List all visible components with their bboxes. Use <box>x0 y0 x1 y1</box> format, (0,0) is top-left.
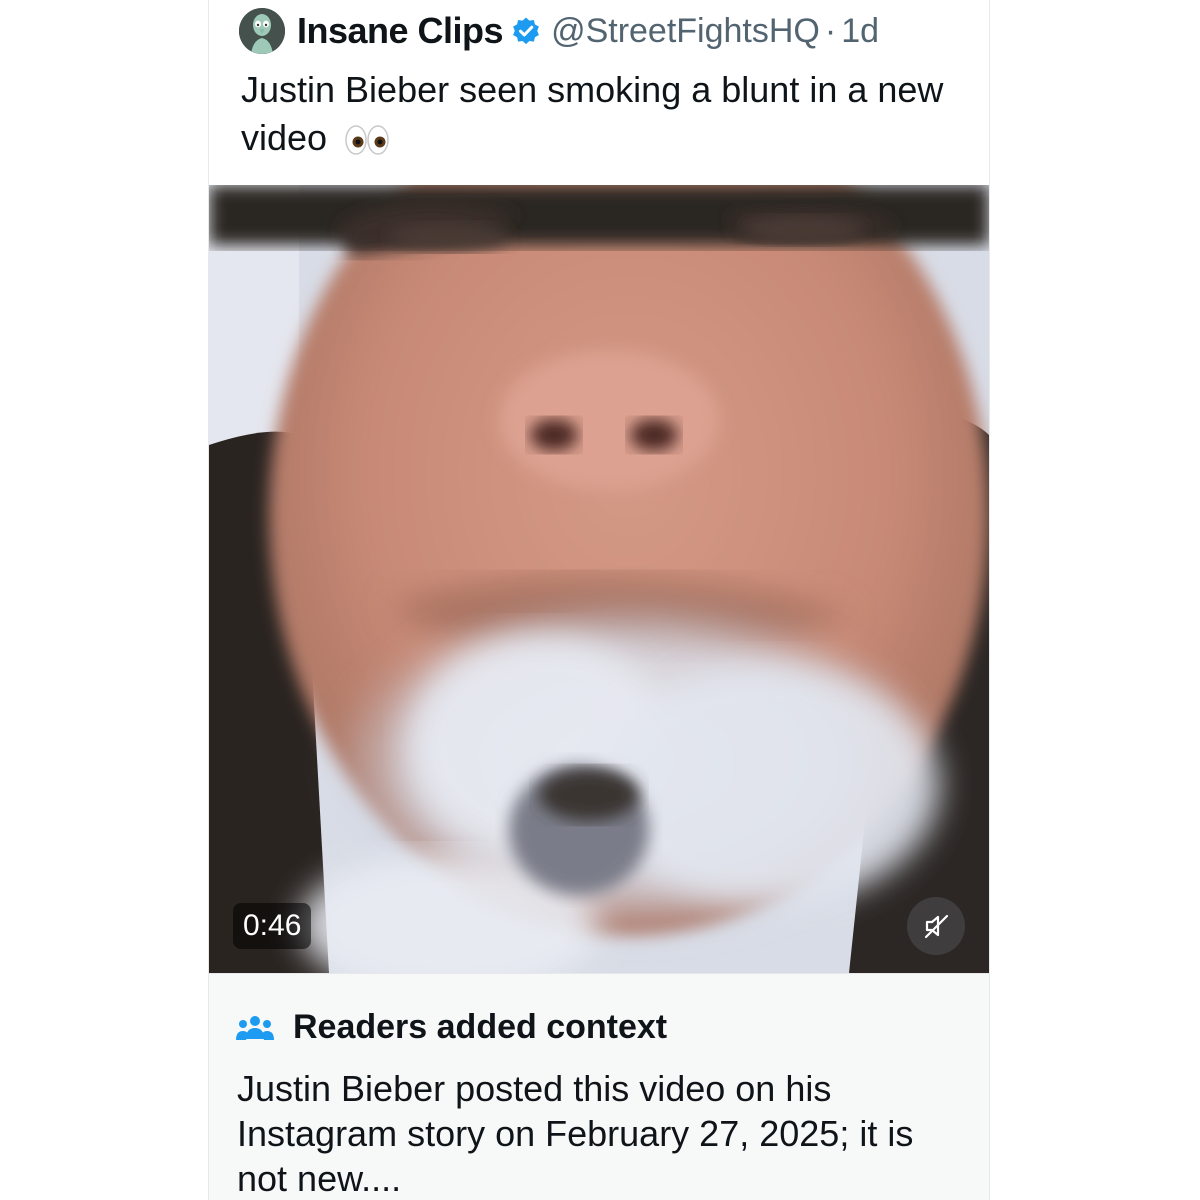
video-frame-image <box>209 185 989 973</box>
community-note-header: Readers added context <box>235 1008 667 1047</box>
post-card[interactable]: Insane Clips @StreetFightsHQ · 1d Justin… <box>208 0 990 1200</box>
verified-badge-icon <box>511 16 541 46</box>
mute-toggle-button[interactable] <box>907 897 965 955</box>
video-duration: 0:46 <box>233 903 312 949</box>
video-player[interactable]: 0:46 <box>209 185 989 973</box>
people-icon <box>235 1013 275 1043</box>
post-header: Insane Clips @StreetFightsHQ · 1d <box>239 6 879 56</box>
user-handle[interactable]: @StreetFightsHQ <box>551 12 820 51</box>
post-timestamp[interactable]: 1d <box>841 12 879 51</box>
community-note-body: Justin Bieber posted this video on his I… <box>237 1068 914 1199</box>
screenshot-frame: Insane Clips @StreetFightsHQ · 1d Justin… <box>0 0 1200 1200</box>
avatar[interactable] <box>239 8 285 54</box>
squidward-avatar-icon <box>239 8 285 54</box>
separator-dot: · <box>824 11 837 50</box>
muted-speaker-icon <box>924 914 949 939</box>
eyes-emoji-icon <box>343 123 391 157</box>
community-note-title: Readers added context <box>293 1008 668 1046</box>
post-text: Justin Bieber seen smoking a blunt in a … <box>241 66 961 162</box>
community-note[interactable]: Readers added context Justin Bieber post… <box>209 973 989 1200</box>
display-name[interactable]: Insane Clips <box>297 10 504 52</box>
